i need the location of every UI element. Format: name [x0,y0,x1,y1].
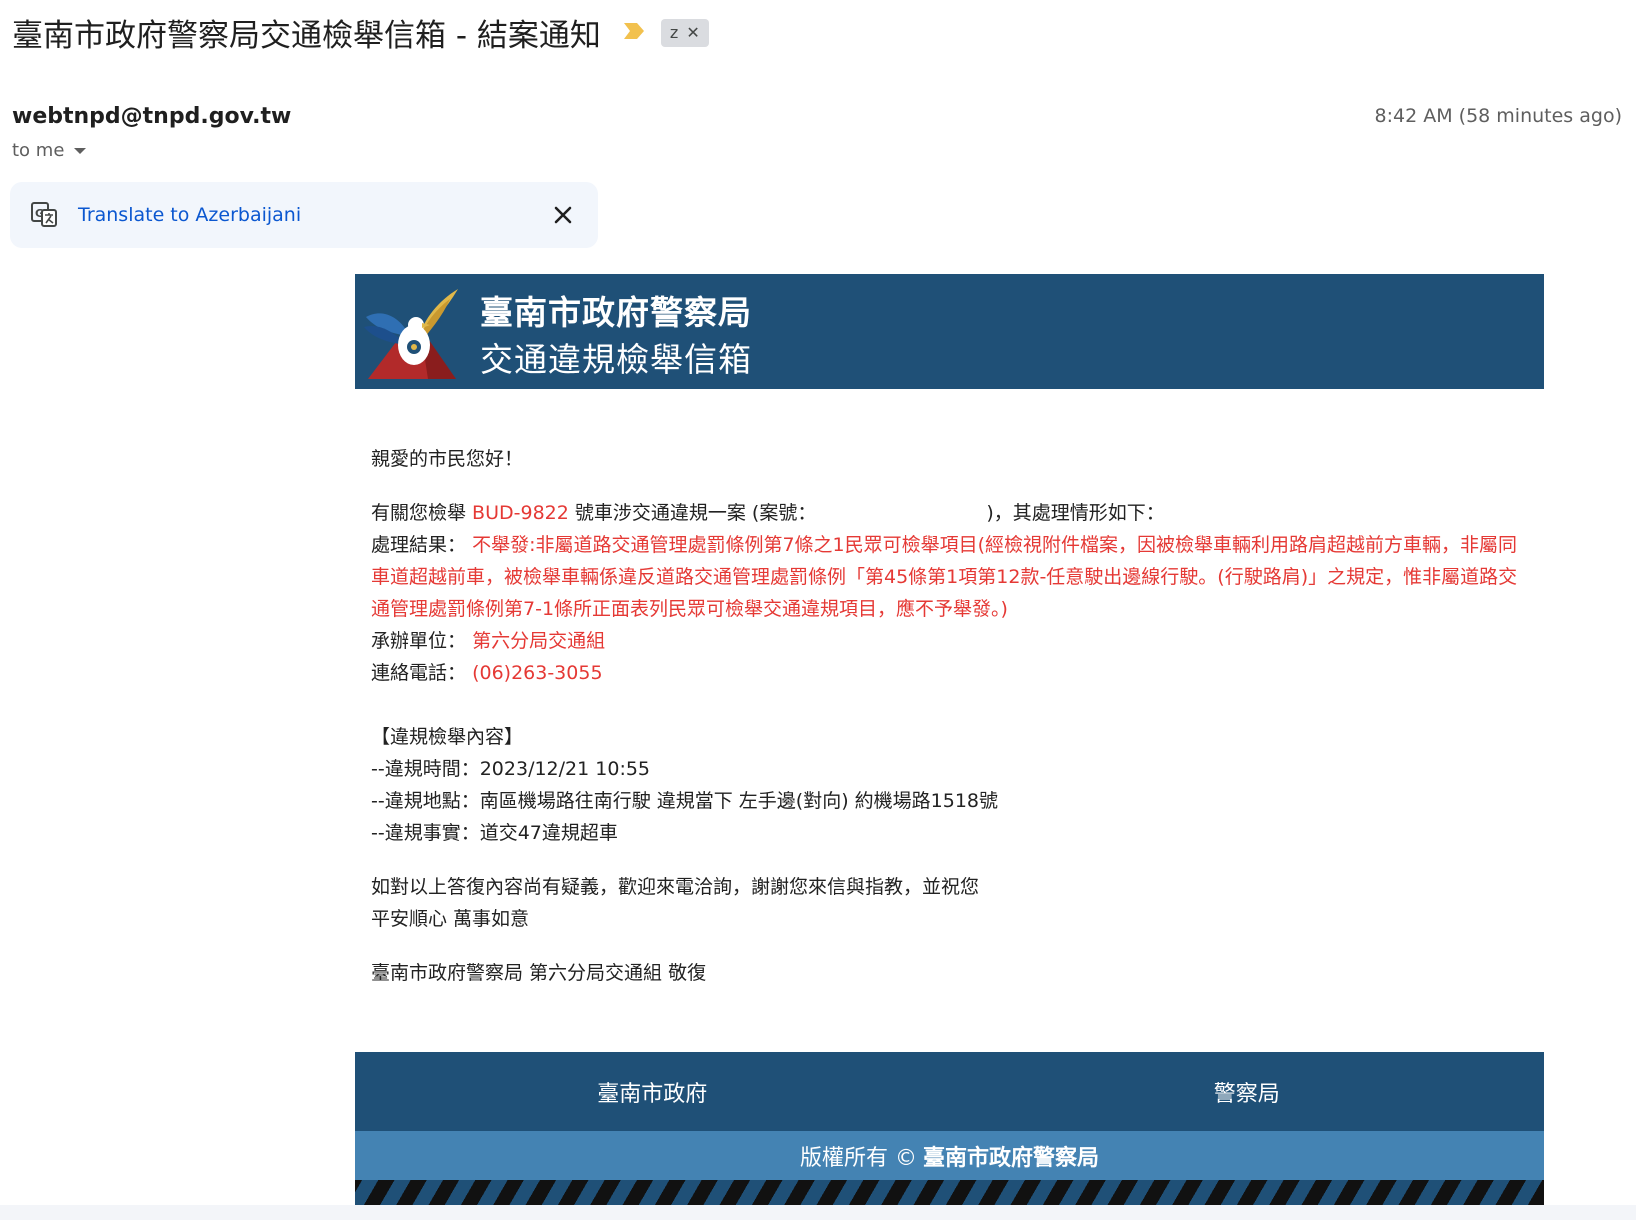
chevron-down-icon [74,147,87,154]
violation-place: --違規地點：南區機場路往南行駛 違規當下 左手邊(對向) 約機場路1518號 [371,790,999,812]
email-footer: 臺南市政府 警察局 版權所有 © 臺南市政府警察局 [355,1052,1544,1205]
message-content: 親愛的市民您好！ 有關您檢舉 BUD-9822 號車涉交通違規一案 (案號： )，… [355,443,1544,989]
handling-unit: 第六分局交通組 [472,630,606,652]
remove-label-icon[interactable]: ✕ [686,23,699,42]
close-icon[interactable] [548,200,578,230]
recipient-details-toggle[interactable]: to me [12,140,87,161]
banner-title: 臺南市政府警察局 [480,293,752,332]
copyright-prefix: 版權所有 © [799,1145,917,1171]
footer-links: 臺南市政府 警察局 [355,1052,1544,1131]
recipient-label: to me [12,140,65,161]
signature-line: 臺南市政府警察局 第六分局交通組 敬復 [371,962,707,984]
subject-row: 臺南市政府警察局交通檢舉信箱 - 結案通知 z ✕ [12,10,709,55]
copyright-org: 臺南市政府警察局 [922,1145,1099,1171]
result-label: 處理結果： [371,534,467,556]
label-chip[interactable]: z ✕ [660,18,709,47]
closing-line-2: 平安順心 萬事如意 [371,908,530,930]
decorative-stripes [355,1180,1544,1205]
email-body: 臺南市政府警察局 交通違規檢舉信箱 親愛的市民您好！ 有關您檢舉 BUD-982… [355,274,1544,989]
sender-address[interactable]: webtnpd@tnpd.gov.tw [12,104,291,129]
label-chip-text: z [669,23,679,42]
intro-prefix: 有關您檢舉 [371,502,473,524]
intro-suffix: )，其處理情形如下： [986,502,1165,524]
phone-label: 連絡電話： [371,662,467,684]
violation-time: --違規時間：2023/12/21 10:55 [371,758,651,780]
result-text: 不舉發:非屬道路交通管理處罰條例第7條之1民眾可檢舉項目(經檢視附件檔案，因被檢… [371,534,1518,620]
license-plate: BUD-9822 [472,502,569,524]
unit-line: 承辦單位： 第六分局交通組 [371,625,1528,657]
footer-link-police-bureau[interactable]: 警察局 [950,1052,1545,1131]
closing-line-1: 如對以上答復內容尚有疑義，歡迎來電洽詢，謝謝您來信與指教，並祝您 [371,876,980,898]
footer-link-city-government[interactable]: 臺南市政府 [355,1052,950,1131]
viewport-bottom-strip [0,1205,1636,1220]
header-banner: 臺南市政府警察局 交通違規檢舉信箱 [355,274,1544,389]
violation-fact: --違規事實：道交47違規超車 [371,822,618,844]
unit-label: 承辦單位： [371,630,467,652]
closing-block: 如對以上答復內容尚有疑義，歡迎來電洽詢，謝謝您來信與指教，並祝您 平安順心 萬事… [371,871,1528,935]
translate-link[interactable]: Translate to Azerbaijani [78,204,301,226]
violation-heading: 【違規檢舉內容】 [371,726,524,748]
intro-middle: 號車涉交通違規一案 (案號： [568,502,817,524]
result-line: 處理結果： 不舉發:非屬道路交通管理處罰條例第7條之1民眾可檢舉項目(經檢視附件… [371,529,1528,625]
email-timestamp: 8:42 AM (58 minutes ago) [1374,105,1622,127]
translate-icon: G [31,202,57,227]
important-marker-icon[interactable] [623,22,645,44]
report-block: 有關您檢舉 BUD-9822 號車涉交通違規一案 (案號：)，其處理情形如下： … [371,497,1528,689]
greeting-text: 親愛的市民您好！ [371,448,524,470]
contact-phone: (06)263-3055 [472,662,603,684]
copyright-bar: 版權所有 © 臺南市政府警察局 [355,1131,1544,1180]
police-emblem-logo [364,289,458,379]
intro-line: 有關您檢舉 BUD-9822 號車涉交通違規一案 (案號： )，其處理情形如下： [371,497,1528,529]
translate-bar: G Translate to Azerbaijani [10,182,598,248]
phone-line: 連絡電話： (06)263-3055 [371,657,1528,689]
banner-subtitle: 交通違規檢舉信箱 [480,340,752,379]
email-subject: 臺南市政府警察局交通檢舉信箱 - 結案通知 [12,18,601,54]
